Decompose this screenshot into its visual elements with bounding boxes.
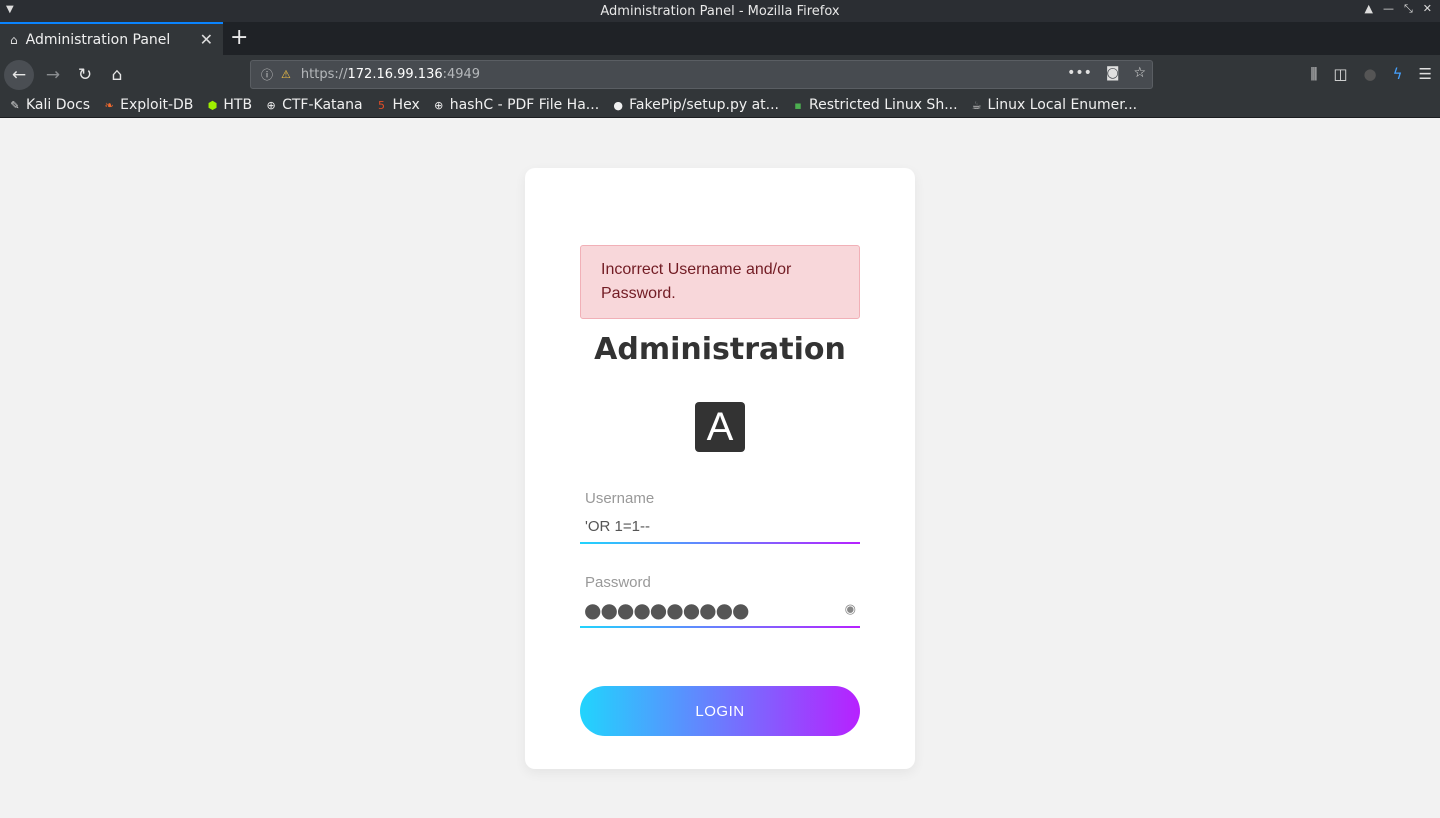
- window-controls: ▲ — ⤡ ✕: [1365, 2, 1433, 16]
- forward-arrow-icon[interactable]: →: [38, 60, 68, 90]
- show-password-eye-icon[interactable]: ◉: [845, 602, 856, 617]
- bookmark-label: Exploit-DB: [120, 97, 194, 113]
- navigation-toolbar: ← → ↻ ⌂ ⓘ ⚠ https:// 172.16.99.136 :4949…: [0, 55, 1440, 93]
- coffee-icon: ☕: [971, 98, 982, 112]
- window-maximize-up-icon[interactable]: ▲: [1365, 2, 1373, 16]
- window-close-icon[interactable]: ✕: [1423, 2, 1432, 16]
- globe-icon: ⊕: [266, 98, 276, 112]
- login-button[interactable]: LOGIN: [580, 686, 860, 736]
- bookmark-htb[interactable]: ⬢ HTB: [205, 97, 253, 113]
- sidebar-icon[interactable]: ◫: [1333, 65, 1347, 83]
- password-input[interactable]: ●●●●●●●●●●: [584, 598, 750, 622]
- hamburger-menu-icon[interactable]: ☰: [1419, 65, 1432, 83]
- page-content: Incorrect Username and/or Password. Admi…: [0, 119, 1440, 818]
- bookmark-linux-local-enum[interactable]: ☕ Linux Local Enumer...: [970, 97, 1138, 113]
- github-icon: ●: [613, 98, 623, 112]
- window-minimize-icon[interactable]: —: [1383, 2, 1394, 16]
- home-button-icon[interactable]: ⌂: [102, 60, 132, 90]
- url-bar[interactable]: ⓘ ⚠ https:// 172.16.99.136 :4949 ••• ◙ ☆: [250, 60, 1153, 89]
- bookmark-kali-docs[interactable]: ✎ Kali Docs: [8, 97, 90, 113]
- page-title: Administration: [594, 332, 846, 367]
- url-actions: ••• ◙ ☆: [1067, 65, 1146, 81]
- globe-icon: ⊕: [434, 98, 444, 112]
- error-alert: Incorrect Username and/or Password.: [580, 245, 860, 319]
- bookmark-label: Linux Local Enumer...: [987, 97, 1138, 113]
- window-titlebar: ▼ Administration Panel - Mozilla Firefox…: [0, 0, 1440, 22]
- bookmark-label: HTB: [223, 97, 253, 113]
- url-scheme: https://: [300, 67, 348, 82]
- admin-logo-icon: A: [695, 402, 745, 452]
- library-icon[interactable]: ⫼: [1310, 65, 1317, 83]
- reload-icon[interactable]: ↻: [70, 60, 100, 90]
- window-title: Administration Panel - Mozilla Firefox: [600, 3, 840, 19]
- insecure-lock-icon[interactable]: ⚠: [281, 68, 291, 81]
- kali-dragon-icon: ✎: [10, 98, 20, 112]
- back-arrow-icon[interactable]: ←: [4, 60, 34, 90]
- login-card: Incorrect Username and/or Password. Admi…: [525, 168, 915, 769]
- username-underline: [580, 542, 860, 544]
- bookmark-label: CTF-Katana: [282, 97, 363, 113]
- tab-title: Administration Panel: [25, 31, 171, 48]
- bookmark-label: FakePip/setup.py at...: [629, 97, 779, 113]
- toolbar-right: ⫼ ◫ ● ϟ ☰: [1310, 65, 1432, 83]
- window-menu-icon[interactable]: ▼: [6, 4, 14, 15]
- terminal-icon: ▪: [794, 98, 802, 112]
- username-field[interactable]: Username 'OR 1=1--: [580, 488, 860, 544]
- password-label: Password: [585, 574, 651, 591]
- window-restore-icon[interactable]: ⤡: [1404, 2, 1413, 16]
- tab-close-icon[interactable]: ✕: [200, 30, 213, 49]
- extension-disabled-icon[interactable]: ●: [1364, 65, 1377, 83]
- bookmark-restricted-linux[interactable]: ▪ Restricted Linux Sh...: [791, 97, 958, 113]
- site-info-icon[interactable]: ⓘ: [261, 66, 273, 83]
- url-host: 172.16.99.136: [347, 67, 443, 82]
- home-icon: ⌂: [10, 32, 18, 47]
- htb-cube-icon: ⬢: [207, 98, 218, 112]
- page-actions-icon[interactable]: •••: [1067, 65, 1092, 81]
- bookmark-exploit-db[interactable]: ❧ Exploit-DB: [102, 97, 193, 113]
- url-port: :4949: [442, 67, 481, 82]
- bookmark-fakepip[interactable]: ● FakePip/setup.py at...: [611, 97, 779, 113]
- bookmark-star-icon[interactable]: ☆: [1133, 65, 1146, 81]
- bookmark-ctf-katana[interactable]: ⊕ CTF-Katana: [264, 97, 362, 113]
- html5-icon: 5: [378, 98, 386, 112]
- username-label: Username: [585, 490, 655, 507]
- bookmark-label: Restricted Linux Sh...: [808, 97, 958, 113]
- tab-strip: ⌂ Administration Panel ✕ +: [0, 22, 1440, 55]
- bookmarks-toolbar: ✎ Kali Docs ❧ Exploit-DB ⬢ HTB ⊕ CTF-Kat…: [0, 93, 1440, 118]
- tab-administration-panel[interactable]: ⌂ Administration Panel ✕: [0, 22, 223, 55]
- password-field[interactable]: Password ●●●●●●●●●● ◉: [580, 572, 860, 628]
- extension-bolt-icon[interactable]: ϟ: [1393, 65, 1403, 83]
- bookmark-label: hashC - PDF File Ha...: [449, 97, 600, 113]
- bookmark-hashc[interactable]: ⊕ hashC - PDF File Ha...: [432, 97, 599, 113]
- bookmark-hex[interactable]: 5 Hex: [375, 97, 420, 113]
- username-input[interactable]: 'OR 1=1--: [585, 518, 650, 535]
- bookmark-label: Kali Docs: [26, 97, 91, 113]
- pocket-icon[interactable]: ◙: [1106, 65, 1120, 81]
- password-underline: [580, 626, 860, 628]
- bookmark-label: Hex: [392, 97, 420, 113]
- new-tab-icon[interactable]: +: [230, 25, 248, 50]
- exploit-db-icon: ❧: [104, 98, 114, 112]
